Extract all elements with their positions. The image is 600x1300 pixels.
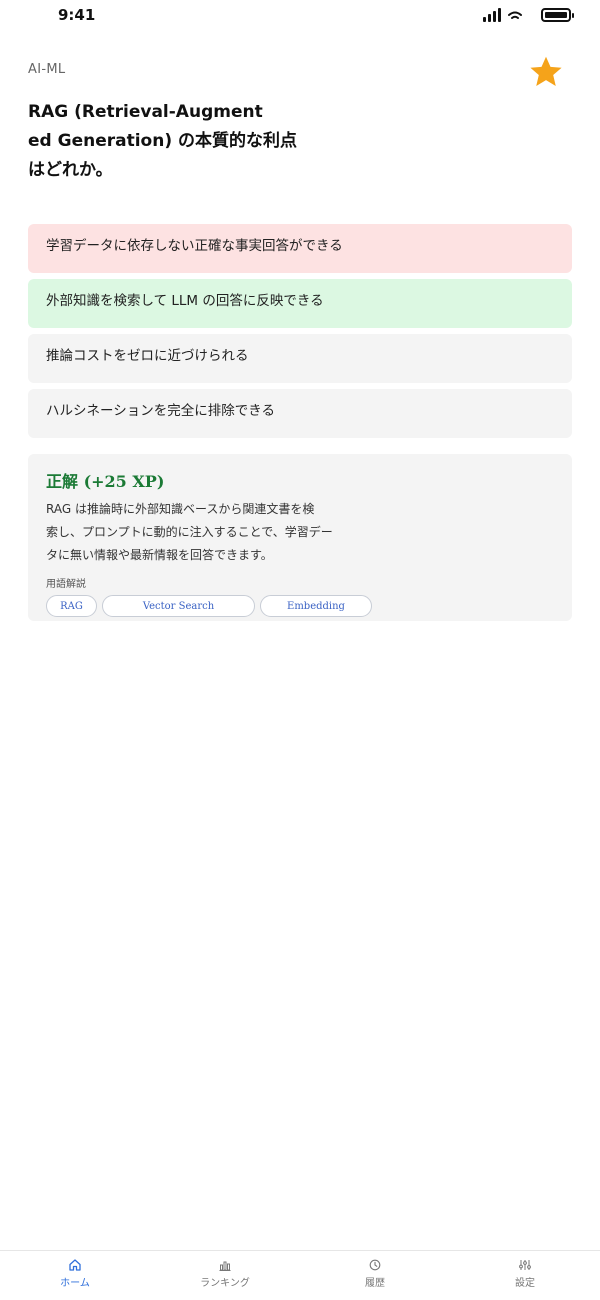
explanation-card: 正解 (+25 XP) RAG は推論時に外部知識ベースから関連文書を検 索し、… — [28, 454, 572, 621]
status-bar: 9:41 — [0, 0, 600, 34]
answer-option-wrong[interactable]: 学習データに依存しない正確な事実回答ができる — [28, 224, 572, 273]
tab-label: ランキング — [200, 1278, 250, 1289]
home-icon — [69, 1259, 81, 1271]
category-label: AI-ML — [28, 62, 66, 77]
question-text: RAG (Retrieval-Augment ed Generation) の本… — [28, 98, 298, 185]
star-icon[interactable] — [528, 54, 564, 90]
term-chips: RAG Vector Search Embedding — [46, 595, 554, 617]
term-chip-rag[interactable]: RAG — [46, 595, 97, 617]
answer-option-correct[interactable]: 外部知識を検索して LLM の回答に反映できる — [28, 279, 572, 328]
term-chip-vector-search[interactable]: Vector Search — [102, 595, 255, 617]
tab-label: ホーム — [60, 1278, 90, 1289]
answer-options: 学習データに依存しない正確な事実回答ができる 外部知識を検索して LLM の回答… — [28, 224, 572, 444]
answer-option[interactable]: ハルシネーションを完全に排除できる — [28, 389, 572, 438]
settings-icon — [519, 1260, 531, 1270]
answer-option-label: 外部知識を検索して LLM の回答に反映できる — [46, 293, 324, 309]
answer-option-label: 推論コストをゼロに近づけられる — [46, 348, 249, 364]
tab-home[interactable]: ホーム — [0, 1251, 150, 1300]
tab-ranking[interactable]: ランキング — [150, 1251, 300, 1300]
answer-option[interactable]: 推論コストをゼロに近づけられる — [28, 334, 572, 383]
signal-icon — [483, 8, 503, 22]
status-time: 9:41 — [58, 6, 96, 24]
question-line: ed Generation) の本質的な利点 — [28, 131, 298, 151]
answer-option-label: ハルシネーションを完全に排除できる — [46, 403, 275, 419]
explanation-line: タに無い情報や最新情報を回答できます。 — [46, 548, 273, 562]
tab-label: 履歴 — [365, 1278, 385, 1289]
result-title: 正解 (+25 XP) — [46, 472, 165, 491]
tab-history[interactable]: 履歴 — [300, 1251, 450, 1300]
question-line: はどれか。 — [28, 160, 113, 180]
wifi-icon — [508, 11, 522, 19]
explanation-text: RAG は推論時に外部知識ベースから関連文書を検 索し、プロンプトに動的に注入す… — [46, 498, 346, 567]
explanation-line: 索し、プロンプトに動的に注入することで、学習デー — [46, 525, 333, 539]
answer-option-label: 学習データに依存しない正確な事実回答ができる — [46, 238, 343, 254]
question-line: RAG (Retrieval-Augment — [28, 102, 263, 122]
explanation-line: RAG は推論時に外部知識ベースから関連文書を検 — [46, 502, 315, 516]
bar-chart-icon — [219, 1261, 231, 1271]
terms-label: 用語解説 — [46, 579, 86, 590]
clock-icon — [369, 1259, 381, 1271]
bottom-tab-bar: ホーム ランキング 履歴 設定 — [0, 1250, 600, 1300]
term-chip-embedding[interactable]: Embedding — [260, 595, 372, 617]
tab-label: 設定 — [515, 1278, 535, 1289]
battery-icon — [541, 8, 574, 22]
tab-settings[interactable]: 設定 — [450, 1251, 600, 1300]
